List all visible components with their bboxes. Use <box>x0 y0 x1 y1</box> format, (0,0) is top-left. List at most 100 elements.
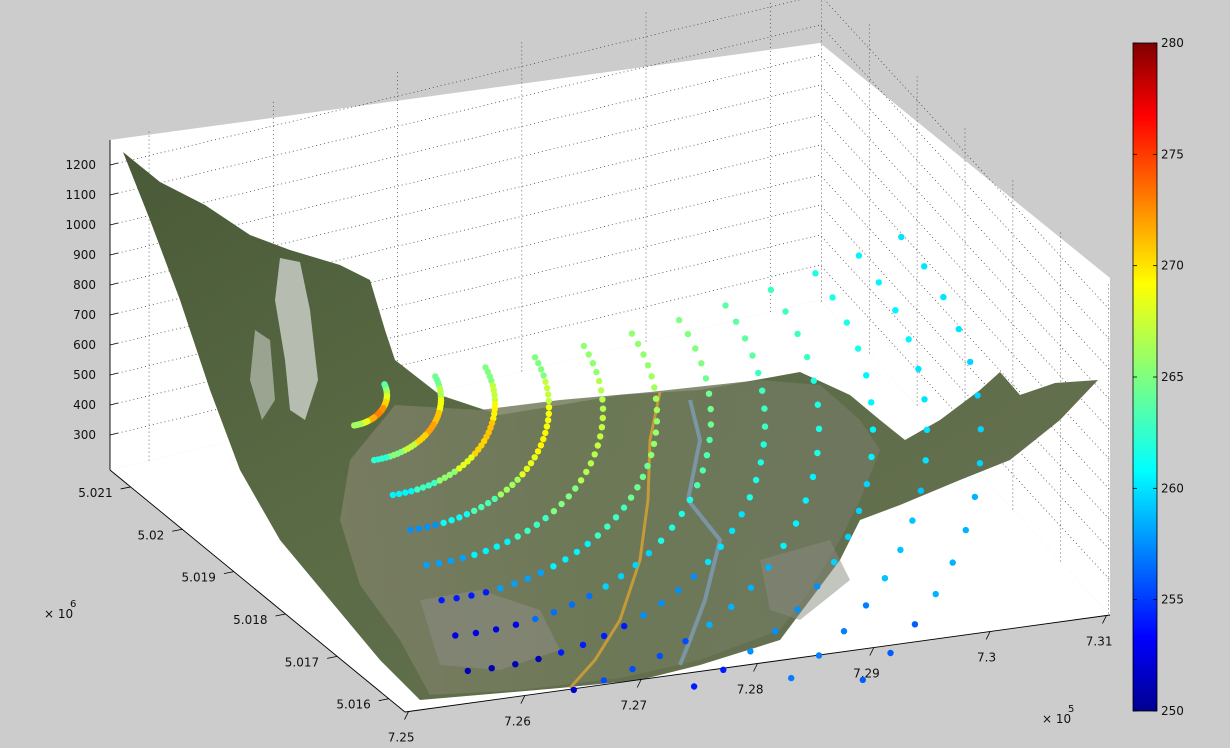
scatter-point <box>868 453 875 461</box>
scatter-point <box>810 377 817 384</box>
z-tick-label: 300 <box>73 428 96 442</box>
scatter-point <box>570 686 577 694</box>
colorbar-tick-label: 250 <box>1161 704 1184 718</box>
scatter-point <box>568 601 576 608</box>
z-tick-label: 700 <box>73 308 96 322</box>
scatter-point <box>720 666 727 673</box>
scatter-point <box>634 484 641 491</box>
y-exponent-power: 6 <box>70 599 76 610</box>
scatter-point <box>645 550 653 557</box>
scatter-point <box>881 575 889 582</box>
scatter-point <box>440 519 447 526</box>
scatter-point <box>504 538 511 545</box>
scatter-point <box>703 452 711 459</box>
scatter-point <box>545 410 552 417</box>
scatter-point <box>484 499 492 507</box>
scatter-point <box>583 468 590 476</box>
scatter-point <box>967 358 974 366</box>
scatter-point <box>514 476 521 483</box>
z-tick-label: 1100 <box>65 188 96 202</box>
scatter-point <box>675 316 683 324</box>
scatter-point <box>840 628 848 635</box>
scatter-point <box>482 589 490 596</box>
scatter-point <box>542 429 549 437</box>
y-tick-mark <box>275 613 286 617</box>
scatter-point <box>634 340 642 348</box>
scatter-point <box>351 422 358 429</box>
scatter-point <box>537 442 545 449</box>
scatter-point <box>448 517 455 524</box>
scatter-point <box>855 252 863 259</box>
scatter-point <box>419 484 427 491</box>
scatter-point <box>815 652 823 659</box>
scatter-point <box>692 345 699 352</box>
scatter-point <box>859 676 866 684</box>
y-tick-mark <box>172 528 183 532</box>
scatter-point <box>431 479 438 487</box>
scatter-point <box>898 233 905 241</box>
scatter-point <box>407 526 414 534</box>
scatter-point <box>534 448 542 455</box>
scatter-point <box>523 465 531 472</box>
scatter-point <box>482 547 489 555</box>
scatter-point <box>892 307 899 314</box>
scatter-point <box>594 532 602 539</box>
z-tick-label: 400 <box>73 398 96 412</box>
x-tick-label: 7.26 <box>504 715 531 729</box>
scatter-point <box>435 560 443 567</box>
scatter-point <box>747 584 755 591</box>
scatter-point <box>511 580 518 587</box>
scatter-point <box>962 526 969 534</box>
scatter-point <box>814 449 821 457</box>
scatter-point <box>531 454 538 461</box>
scatter-point <box>535 655 542 663</box>
x-tick-mark <box>1102 615 1107 624</box>
scatter-point <box>644 362 652 369</box>
scatter-point <box>514 533 521 540</box>
scatter-point <box>741 335 749 342</box>
scatter-point <box>545 404 553 411</box>
scatter-point <box>706 436 713 444</box>
scatter-point <box>668 524 676 531</box>
scatter-point <box>535 360 542 367</box>
scatter-point <box>717 543 724 550</box>
scatter-point <box>844 533 852 540</box>
scatter-point <box>652 395 660 402</box>
scatter-point <box>408 488 415 495</box>
scatter-point <box>707 405 714 413</box>
scatter-point <box>911 621 919 628</box>
scatter-point <box>532 615 539 623</box>
scatter-point <box>639 473 647 480</box>
scatter-point <box>862 602 870 609</box>
scatter-point <box>788 674 795 682</box>
scatter-point <box>814 583 821 590</box>
colorbar-tick-label: 255 <box>1161 593 1184 607</box>
x-tick-mark <box>636 679 642 688</box>
scatter-point <box>863 372 870 379</box>
y-tick-mark <box>223 571 234 575</box>
scatter-point <box>657 537 665 544</box>
y-tick-mark <box>378 698 389 702</box>
x-tick-label: 7.25 <box>388 731 415 745</box>
scatter-point <box>602 583 609 590</box>
scatter-point <box>812 270 819 277</box>
scatter-point <box>868 399 875 406</box>
scatter-point <box>488 665 495 672</box>
scatter-point <box>752 476 760 484</box>
y-tick-label: 5.02 <box>138 528 165 542</box>
scatter-point <box>402 489 409 496</box>
scatter-point <box>597 433 604 440</box>
scatter-point <box>512 661 519 668</box>
y-exponent-base: × 10 <box>44 607 73 621</box>
scatter-point <box>531 354 539 361</box>
x-tick-mark <box>869 647 875 656</box>
scatter-point <box>585 351 592 358</box>
scatter-point <box>519 471 526 478</box>
scatter-point <box>542 514 549 522</box>
scatter-point <box>497 585 504 592</box>
scatter-point <box>545 397 552 405</box>
scatter-point <box>815 425 823 432</box>
colorbar-tick-label: 265 <box>1161 370 1184 384</box>
x-exponent-label: × 10 5 <box>1042 704 1074 726</box>
scatter-point <box>651 384 658 391</box>
